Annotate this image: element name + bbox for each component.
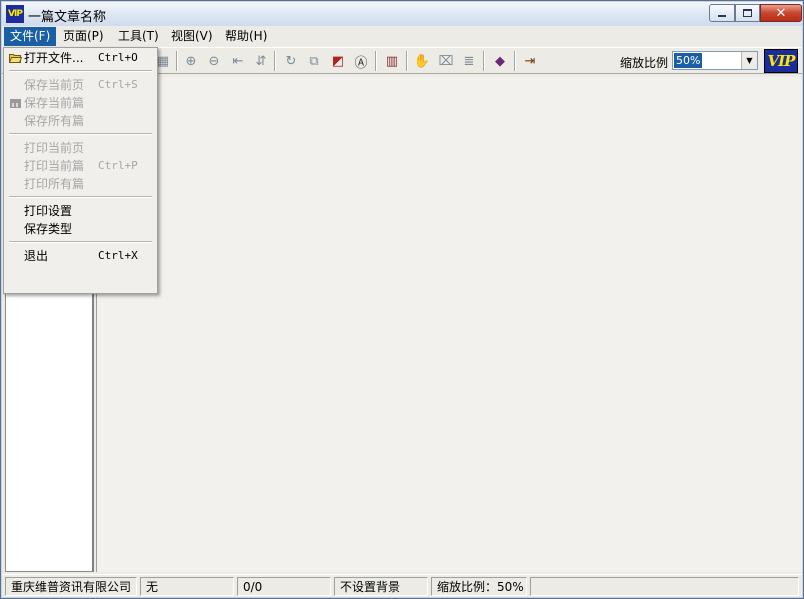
rotate-icon[interactable]: ↻ xyxy=(282,52,300,70)
menu-separator xyxy=(9,241,152,243)
menu-item-save-all[interactable]: 保存所有篇 xyxy=(6,112,155,130)
toolbar-separator xyxy=(274,51,276,71)
color-icon[interactable]: ◩ xyxy=(329,52,347,70)
maximize-button[interactable] xyxy=(735,4,760,22)
menu-separator xyxy=(9,133,152,135)
save-disk-icon xyxy=(10,99,21,108)
menu-item-label: 保存类型 xyxy=(24,222,73,236)
menu-item-label: 退出 xyxy=(24,249,49,263)
menu-separator xyxy=(9,70,152,72)
chevron-down-icon[interactable]: ▼ xyxy=(741,52,757,69)
toolbar-separator xyxy=(176,51,178,71)
minimize-icon xyxy=(718,15,726,17)
menu-item-print-settings[interactable]: 打印设置 xyxy=(6,202,155,220)
client-area: 文件(F) 页面(P) 工具(T) 视图(V) 帮助(H) ▦ ⊕ ⊖ ⇤ ⇵ … xyxy=(2,26,802,597)
exit-icon[interactable]: ⇥ xyxy=(521,52,539,70)
menu-separator xyxy=(9,196,152,198)
menu-item-shortcut: Ctrl+X xyxy=(98,249,138,262)
folder-open-icon xyxy=(9,54,22,63)
app-window: VIP 一篇文章名称 ✕ 文件(F) 页面(P) 工具(T) 视图(V) 帮助(… xyxy=(0,0,804,599)
pages-icon[interactable]: ≣ xyxy=(460,52,478,70)
menu-item-label: 打印当前篇 xyxy=(24,159,85,173)
menu-tools[interactable]: 工具(T) xyxy=(112,27,165,46)
file-menu-dropdown: 打开文件... Ctrl+O 保存当前页 Ctrl+S 保存当前篇 保存所有篇 xyxy=(3,47,158,294)
menu-item-label: 打开文件... xyxy=(24,51,84,65)
status-background: 不设置背景 xyxy=(334,577,428,596)
menu-help[interactable]: 帮助(H) xyxy=(219,27,273,46)
menu-page[interactable]: 页面(P) xyxy=(57,27,110,46)
zoom-label: 缩放比例 xyxy=(620,56,669,70)
status-bar: 重庆维普资讯有限公司 无 0/0 不设置背景 缩放比例：50% xyxy=(2,574,802,597)
fit-width-icon[interactable]: ⇤ xyxy=(229,52,247,70)
menu-item-save-current-page[interactable]: 保存当前页 Ctrl+S xyxy=(6,76,155,94)
toolbar-separator xyxy=(483,51,485,71)
menu-bar: 文件(F) 页面(P) 工具(T) 视图(V) 帮助(H) xyxy=(2,26,802,47)
status-zoom: 缩放比例：50% xyxy=(431,577,527,596)
minimize-button[interactable] xyxy=(709,4,735,22)
vip-logo: VIP xyxy=(764,49,798,73)
book-icon[interactable]: ◆ xyxy=(491,52,509,70)
fit-height-icon[interactable]: ⇵ xyxy=(252,52,270,70)
menu-view[interactable]: 视图(V) xyxy=(165,27,219,46)
menu-item-label: 保存当前篇 xyxy=(24,96,85,110)
window-title: 一篇文章名称 xyxy=(28,10,107,25)
menu-file[interactable]: 文件(F) xyxy=(4,27,57,46)
menu-item-print-all[interactable]: 打印所有篇 xyxy=(6,175,155,193)
menu-item-exit[interactable]: 退出 Ctrl+X xyxy=(6,247,155,265)
status-page-count: 0/0 xyxy=(237,577,331,596)
menu-item-label: 打印所有篇 xyxy=(24,177,85,191)
status-empty xyxy=(530,577,799,596)
status-company: 重庆维普资讯有限公司 xyxy=(5,577,137,596)
status-field: 无 xyxy=(140,577,234,596)
document-view[interactable] xyxy=(96,77,802,572)
zoom-out-icon[interactable]: ⊖ xyxy=(205,52,223,70)
close-icon: ✕ xyxy=(775,5,787,21)
close-button[interactable]: ✕ xyxy=(760,4,802,22)
menu-item-label: 保存所有篇 xyxy=(24,114,85,128)
copy-icon[interactable]: ⧉ xyxy=(305,52,323,70)
toolbar-separator xyxy=(514,51,516,71)
zoom-select[interactable]: 50% ▼ xyxy=(672,51,758,70)
menu-item-save-current-article[interactable]: 保存当前篇 xyxy=(6,94,155,112)
zoom-in-icon[interactable]: ⊕ xyxy=(182,52,200,70)
title-bar[interactable]: VIP 一篇文章名称 ✕ xyxy=(2,2,802,26)
zoom-value: 50% xyxy=(674,53,703,68)
menu-item-print-current-article[interactable]: 打印当前篇 Ctrl+P xyxy=(6,157,155,175)
menu-item-label: 保存当前页 xyxy=(24,78,85,92)
menu-item-label: 打印当前页 xyxy=(24,141,85,155)
toolbar-separator xyxy=(406,51,408,71)
toolbar-separator xyxy=(375,51,377,71)
library-icon[interactable]: ▥ xyxy=(383,52,401,70)
menu-item-label: 打印设置 xyxy=(24,204,73,218)
hand-tool-icon[interactable]: ✋ xyxy=(413,52,431,70)
menu-item-print-current-page[interactable]: 打印当前页 xyxy=(6,139,155,157)
menu-item-open-file[interactable]: 打开文件... Ctrl+O xyxy=(6,49,155,67)
bookmark-icon[interactable]: ⌧ xyxy=(437,52,455,70)
menu-item-save-type[interactable]: 保存类型 xyxy=(6,220,155,238)
maximize-icon xyxy=(743,9,752,17)
app-logo-icon: VIP xyxy=(6,5,24,23)
menu-item-shortcut: Ctrl+S xyxy=(98,78,138,91)
text-select-icon[interactable]: Ⓐ xyxy=(352,52,370,71)
menu-item-shortcut: Ctrl+P xyxy=(98,159,138,172)
menu-item-shortcut: Ctrl+O xyxy=(98,51,138,64)
